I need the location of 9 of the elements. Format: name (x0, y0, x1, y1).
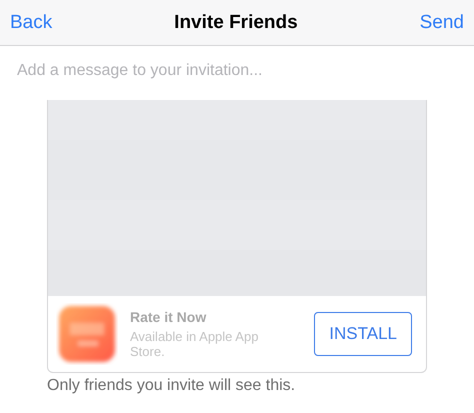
back-link[interactable]: Back (10, 12, 52, 34)
screen-title: Invite Friends (174, 12, 298, 34)
privacy-note: Only friends you invite will see this. (47, 377, 296, 395)
send-link[interactable]: Send (420, 12, 464, 34)
app-subtitle: Available in Apple App Store. (130, 329, 260, 359)
message-field[interactable]: Add a message to your invitation... (17, 62, 447, 80)
app-icon (56, 303, 118, 365)
install-button[interactable]: INSTALL (314, 312, 412, 356)
app-name: Rate it Now (130, 309, 208, 325)
